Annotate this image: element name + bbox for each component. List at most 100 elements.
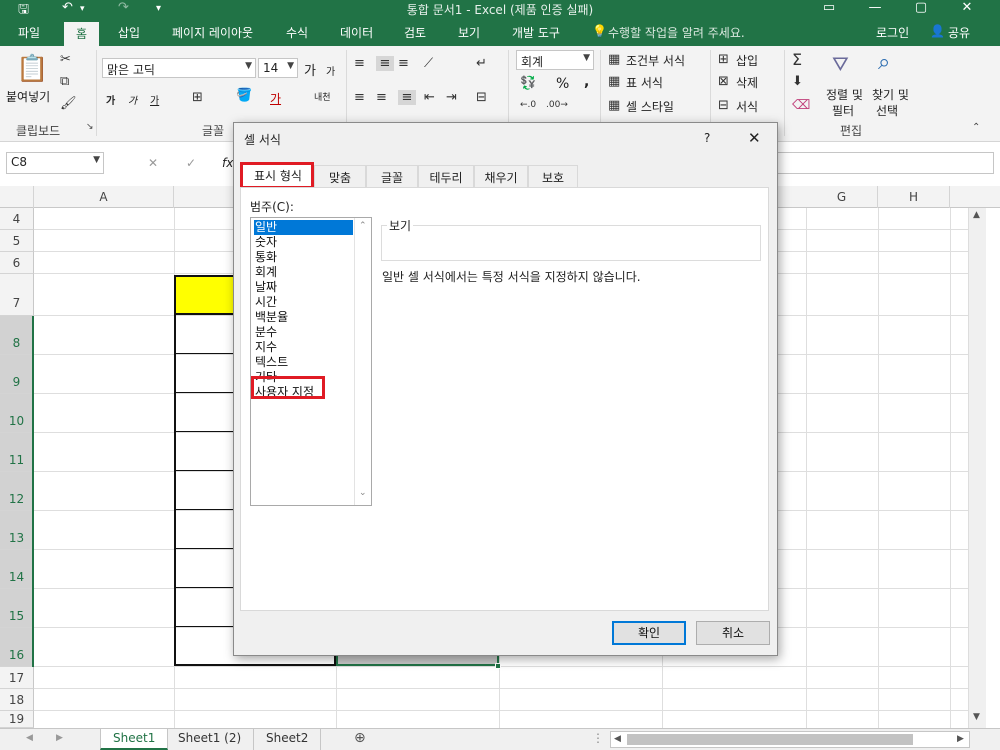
orientation-icon[interactable]: ⟋: [424, 56, 433, 71]
format-painter-icon[interactable]: 🖌: [60, 96, 77, 111]
decrease-indent-icon[interactable]: ⇤: [424, 90, 435, 105]
tab-developer[interactable]: 개발 도구: [512, 24, 560, 41]
tab-page-layout[interactable]: 페이지 레이아웃: [172, 24, 253, 41]
tab-split-icon[interactable]: ⋮: [592, 731, 604, 745]
tab-alignment[interactable]: 맞춤: [314, 165, 366, 187]
row-header[interactable]: 7: [0, 274, 34, 316]
tab-file[interactable]: 파일: [18, 24, 40, 41]
list-item-number[interactable]: 숫자: [254, 235, 353, 250]
shrink-font-button[interactable]: 가: [326, 63, 335, 78]
find-select-label-2[interactable]: 선택: [876, 102, 898, 119]
row-header[interactable]: 6: [0, 252, 34, 274]
row-header[interactable]: 18: [0, 689, 34, 711]
cancel-entry-icon[interactable]: ✕: [148, 156, 158, 170]
row-header[interactable]: 10: [0, 394, 34, 433]
dialog-close-button[interactable]: ✕: [748, 129, 761, 147]
list-item-time[interactable]: 시간: [254, 295, 353, 310]
tab-data[interactable]: 데이터: [340, 24, 373, 41]
row-header[interactable]: 15: [0, 589, 34, 628]
scroll-up-icon[interactable]: ▲: [973, 210, 980, 220]
tab-insert[interactable]: 삽입: [118, 24, 140, 41]
row-header[interactable]: 16: [0, 628, 34, 667]
insert-function-button[interactable]: fx: [222, 156, 233, 170]
align-bottom-icon[interactable]: ≡: [398, 56, 409, 71]
decrease-decimal-icon[interactable]: .00→: [546, 100, 568, 110]
row-header[interactable]: 12: [0, 472, 34, 511]
name-box[interactable]: C8 ▼: [6, 152, 104, 174]
copy-icon[interactable]: ⧉: [60, 74, 69, 89]
find-select-label[interactable]: 찾기 및: [872, 86, 909, 103]
row-header[interactable]: 11: [0, 433, 34, 472]
row-header[interactable]: 17: [0, 667, 34, 689]
category-list[interactable]: 일반 숫자 통화 회계 날짜 시간 백분율 분수 지수 텍스트 기타 사용자 지…: [250, 217, 372, 506]
vertical-scrollbar[interactable]: ▲ ▼: [968, 208, 986, 728]
align-middle-icon[interactable]: ≡: [376, 56, 394, 71]
column-header-h[interactable]: H: [878, 186, 950, 208]
column-header-g[interactable]: G: [806, 186, 878, 208]
align-center-icon[interactable]: ≡: [376, 90, 387, 105]
delete-cells-button[interactable]: 삭제: [736, 74, 758, 91]
autosum-icon[interactable]: Σ: [792, 50, 802, 69]
grow-font-button[interactable]: 가: [304, 60, 316, 79]
row-header[interactable]: 14: [0, 550, 34, 589]
new-sheet-icon[interactable]: ⊕: [354, 730, 366, 746]
dialog-launcher-icon[interactable]: ↘: [86, 122, 94, 132]
tab-protection[interactable]: 보호: [528, 165, 578, 187]
formula-input[interactable]: [776, 152, 994, 174]
conditional-format-button[interactable]: 조건부 서식: [626, 52, 685, 69]
enter-entry-icon[interactable]: ✓: [186, 156, 196, 170]
increase-indent-icon[interactable]: ⇥: [446, 90, 457, 105]
paste-label[interactable]: 붙여넣기: [6, 88, 50, 105]
sheet-tab-sheet1[interactable]: Sheet1: [100, 729, 169, 750]
sheet-tab-sheet2[interactable]: Sheet2: [254, 729, 322, 750]
align-right-icon[interactable]: ≡: [398, 90, 416, 105]
scroll-thumb[interactable]: [627, 734, 913, 745]
align-left-icon[interactable]: ≡: [354, 90, 365, 105]
comma-button[interactable]: ,: [584, 74, 589, 90]
cell-styles-button[interactable]: 셀 스타일: [626, 98, 674, 115]
borders-icon[interactable]: ⊞: [192, 90, 203, 105]
minimize-icon[interactable]: —: [860, 0, 890, 15]
sheet-tab-sheet1-2[interactable]: Sheet1 (2): [166, 729, 255, 750]
tell-me-box[interactable]: 수행할 작업을 알려 주세요.: [608, 24, 745, 41]
share-button[interactable]: 공유: [948, 24, 970, 41]
cancel-button[interactable]: 취소: [696, 621, 770, 645]
font-size-combo[interactable]: 14 ▼: [258, 58, 298, 78]
select-all-button[interactable]: [0, 186, 34, 208]
format-cells-button[interactable]: 서식: [736, 98, 758, 115]
font-color-button[interactable]: 가: [270, 90, 281, 107]
horizontal-scrollbar[interactable]: ◀ ▶: [610, 731, 970, 748]
bold-button[interactable]: 가: [106, 92, 115, 107]
percent-button[interactable]: %: [556, 76, 569, 92]
list-item-general[interactable]: 일반: [254, 220, 353, 235]
row-header[interactable]: 4: [0, 208, 34, 230]
paste-icon[interactable]: 📋: [16, 54, 48, 88]
cut-icon[interactable]: ✂: [60, 52, 71, 67]
tab-border[interactable]: 테두리: [418, 165, 474, 187]
fill-color-icon[interactable]: 🪣: [236, 88, 252, 103]
number-format-combo[interactable]: 회계 ▼: [516, 50, 594, 70]
scroll-down-icon[interactable]: ⌄: [359, 488, 367, 498]
row-header[interactable]: 9: [0, 355, 34, 394]
list-scrollbar[interactable]: ⌃ ⌄: [354, 218, 371, 505]
underline-button[interactable]: 가: [150, 92, 159, 107]
list-item-date[interactable]: 날짜: [254, 280, 353, 295]
maximize-icon[interactable]: ▢: [906, 0, 936, 15]
tab-fill[interactable]: 채우기: [474, 165, 528, 187]
scroll-right-icon[interactable]: ▶: [957, 734, 964, 744]
tab-view[interactable]: 보기: [458, 24, 480, 41]
clear-icon[interactable]: ⌫: [792, 98, 810, 113]
list-item-percentage[interactable]: 백분율: [254, 310, 353, 325]
scroll-down-icon[interactable]: ▼: [973, 712, 980, 722]
wrap-text-icon[interactable]: ↵: [476, 56, 487, 71]
next-sheet-icon[interactable]: ▶: [56, 733, 63, 743]
ok-button[interactable]: 확인: [612, 621, 686, 645]
row-header[interactable]: 5: [0, 230, 34, 252]
tab-font[interactable]: 글꼴: [366, 165, 418, 187]
column-header-a[interactable]: A: [34, 186, 174, 208]
increase-decimal-icon[interactable]: ←.0: [520, 100, 536, 110]
format-table-button[interactable]: 표 서식: [626, 74, 663, 91]
tab-formulas[interactable]: 수식: [286, 24, 308, 41]
italic-button[interactable]: 가: [128, 92, 137, 107]
fill-icon[interactable]: ⬇: [792, 74, 803, 89]
